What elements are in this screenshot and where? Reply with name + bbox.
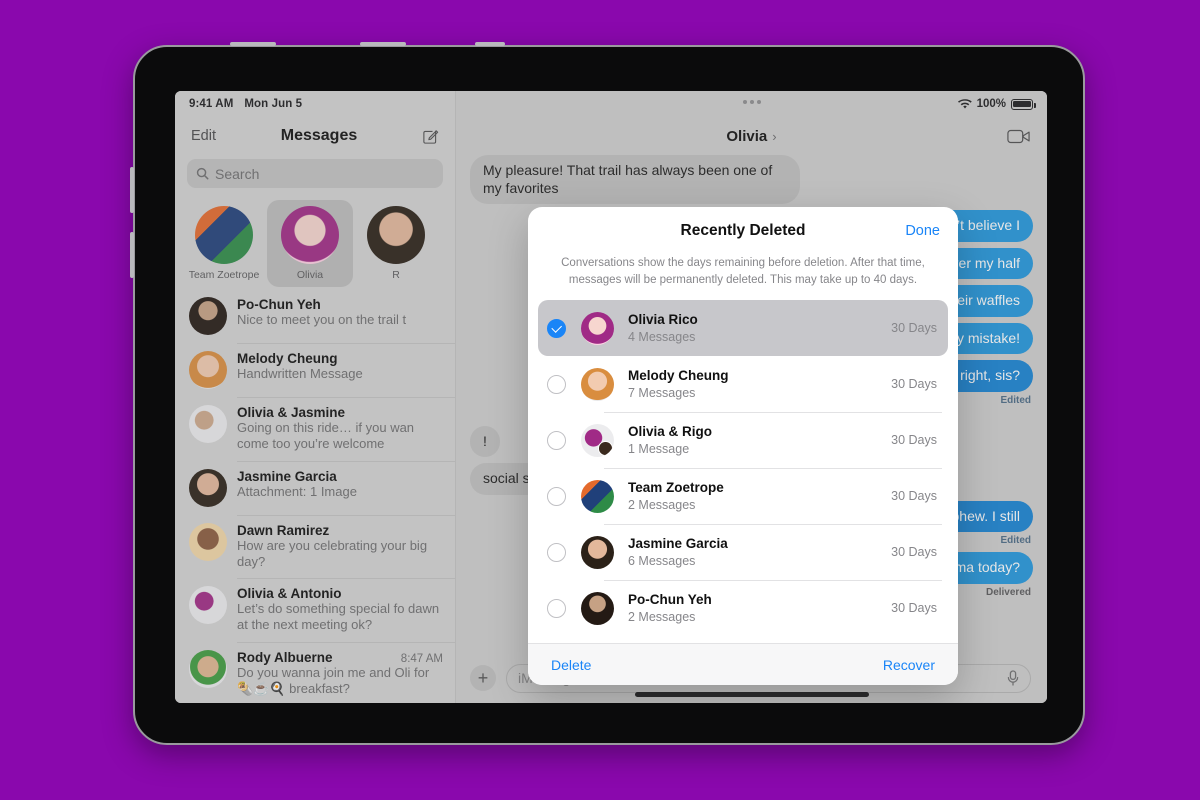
row-message-count: 7 Messages bbox=[628, 385, 696, 400]
dialog-title: Recently Deleted bbox=[680, 222, 806, 239]
row-checkbox[interactable] bbox=[547, 542, 566, 562]
row-checkbox[interactable] bbox=[547, 374, 566, 394]
done-button[interactable]: Done bbox=[905, 223, 940, 239]
ipad-screen: 9:41 AM Mon Jun 5 Edit Messages Search T… bbox=[175, 91, 1047, 703]
deleted-conversation-row[interactable]: Olivia & Rigo 1 Message 30 Days bbox=[538, 412, 948, 468]
avatar-badge bbox=[598, 441, 613, 456]
delete-button[interactable]: Delete bbox=[551, 657, 591, 673]
row-days-remaining: 30 Days bbox=[891, 489, 937, 504]
deleted-conversations-list: Olivia Rico 4 Messages 30 Days Melody Cheun… bbox=[528, 300, 958, 643]
row-days-remaining: 30 Days bbox=[891, 377, 937, 392]
ipad-device-frame: 9:41 AM Mon Jun 5 Edit Messages Search T… bbox=[130, 42, 1085, 745]
row-text: Melody Cheung 7 Messages bbox=[628, 367, 891, 401]
device-button-left-2 bbox=[130, 232, 134, 278]
row-name: Jasmine Garcia bbox=[628, 536, 728, 552]
avatar bbox=[581, 367, 614, 401]
row-days-remaining: 30 Days bbox=[891, 545, 937, 560]
device-button-top-3 bbox=[475, 42, 505, 46]
row-days-remaining: 30 Days bbox=[891, 321, 937, 336]
avatar bbox=[581, 479, 614, 513]
recently-deleted-dialog: Recently Deleted Done Conversations show… bbox=[528, 207, 958, 685]
row-days-remaining: 30 Days bbox=[891, 601, 937, 616]
row-text: Team Zoetrope 2 Messages bbox=[628, 479, 891, 513]
deleted-conversation-row[interactable]: Olivia Rico 4 Messages 30 Days bbox=[538, 300, 948, 357]
row-message-count: 6 Messages bbox=[628, 553, 696, 568]
avatar bbox=[581, 423, 614, 457]
row-text: Olivia & Rigo 1 Message bbox=[628, 423, 891, 457]
deleted-conversation-row[interactable]: Team Zoetrope 2 Messages 30 Days bbox=[538, 468, 948, 524]
row-name: Olivia & Rigo bbox=[628, 424, 713, 440]
row-days-remaining: 30 Days bbox=[891, 433, 937, 448]
row-text: Po-Chun Yeh 2 Messages bbox=[628, 591, 891, 625]
avatar bbox=[581, 311, 614, 345]
row-message-count: 2 Messages bbox=[628, 609, 696, 624]
row-message-count: 4 Messages bbox=[628, 329, 696, 344]
deleted-conversation-row[interactable]: Melody Cheung 7 Messages 30 Days bbox=[538, 356, 948, 412]
device-button-top-1 bbox=[230, 42, 276, 46]
recover-button[interactable]: Recover bbox=[883, 657, 935, 673]
dialog-footer: Delete Recover bbox=[528, 643, 958, 685]
avatar bbox=[581, 535, 614, 569]
dialog-description: Conversations show the days remaining be… bbox=[561, 257, 925, 286]
device-button-left-1 bbox=[130, 167, 134, 213]
row-name: Po-Chun Yeh bbox=[628, 592, 712, 608]
device-button-top-2 bbox=[360, 42, 406, 46]
row-checkbox[interactable] bbox=[547, 430, 566, 450]
screenshot-stage: 9:41 AM Mon Jun 5 Edit Messages Search T… bbox=[0, 0, 1200, 800]
row-checkbox[interactable] bbox=[547, 598, 566, 618]
row-message-count: 1 Message bbox=[628, 441, 690, 456]
row-checkbox[interactable] bbox=[547, 318, 566, 338]
row-name: Melody Cheung bbox=[628, 368, 729, 384]
deleted-conversation-row[interactable]: Jasmine Garcia 6 Messages 30 Days bbox=[538, 524, 948, 580]
row-checkbox[interactable] bbox=[547, 486, 566, 506]
row-name: Team Zoetrope bbox=[628, 480, 724, 496]
dialog-header: Recently Deleted Done bbox=[528, 207, 958, 255]
row-text: Olivia Rico 4 Messages bbox=[628, 311, 891, 345]
row-message-count: 2 Messages bbox=[628, 497, 696, 512]
avatar bbox=[581, 591, 614, 625]
deleted-conversation-row[interactable]: Po-Chun Yeh 2 Messages 30 Days bbox=[538, 580, 948, 636]
row-name: Olivia Rico bbox=[628, 312, 698, 328]
row-text: Jasmine Garcia 6 Messages bbox=[628, 535, 891, 569]
